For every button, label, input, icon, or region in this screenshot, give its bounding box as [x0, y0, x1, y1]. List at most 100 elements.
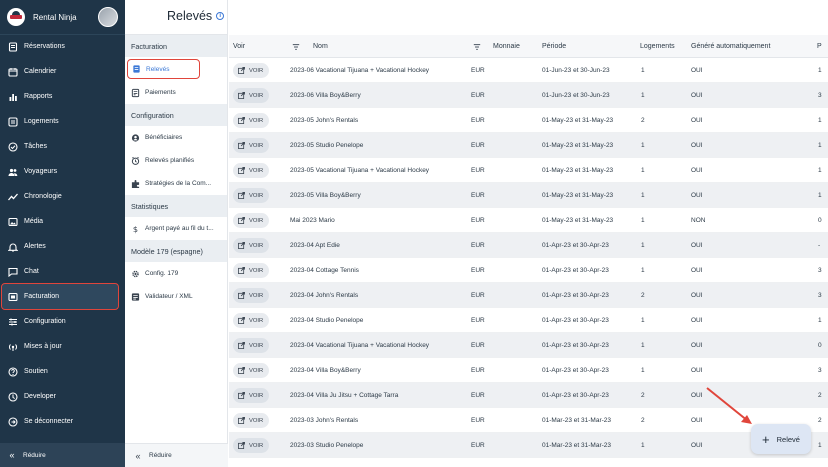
table-row[interactable]: VOIR 2023-04 Studio Penelope EUR 01-Apr-23 … [229, 308, 828, 333]
cell-p: 0 [818, 217, 822, 224]
voir-button[interactable]: VOIR [233, 413, 270, 428]
user-avatar[interactable] [98, 7, 118, 27]
subnav-item-strategy[interactable]: Stratégies de la Com... [125, 172, 227, 195]
filter-icon[interactable] [473, 35, 481, 58]
table-row[interactable]: VOIR 2023-04 Villa Ju Jitsu + Cottage Tar… [229, 383, 828, 408]
col-header-periode[interactable]: Période [542, 35, 566, 58]
nav-item-alerts[interactable]: Alertes [0, 234, 125, 259]
subnav-item-gear[interactable]: Config. 179 [125, 262, 227, 285]
table-row[interactable]: VOIR 2023-05 John's Rentals EUR 01-May-23 e… [229, 108, 828, 133]
cell-nom: 2023-05 John's Rentals [290, 117, 359, 124]
table-row[interactable]: VOIR 2023-06 Vacational Tijuana + Vacatio… [229, 58, 828, 83]
col-header-p[interactable]: P [817, 35, 822, 58]
cell-periode: 01-Mar-23 et 31-Mar-23 [542, 417, 611, 424]
table-row[interactable]: VOIR 2023-05 Studio Penelope EUR 01-May-23 … [229, 133, 828, 158]
payments-icon [131, 88, 140, 97]
cell-monnaie: EUR [471, 142, 485, 149]
voir-button[interactable]: VOIR [233, 213, 270, 228]
voir-button[interactable]: VOIR [233, 63, 270, 78]
table-row[interactable]: VOIR 2023-04 John's Rentals EUR 01-Apr-23 e… [229, 283, 828, 308]
add-statement-button[interactable]: + Relevé [751, 424, 811, 454]
nav-item-support[interactable]: Soutien [0, 359, 125, 384]
voir-button[interactable]: VOIR [233, 288, 270, 303]
nav-item-reservations[interactable]: Réservations [0, 34, 125, 59]
cell-nom: 2023-06 Vacational Tijuana + Vacational … [290, 67, 430, 74]
nav-item-billing[interactable]: Facturation [1, 283, 119, 310]
collapse-sidebar-button[interactable]: « Réduire [0, 443, 125, 467]
voir-button[interactable]: VOIR [233, 263, 270, 278]
col-header-monnaie[interactable]: Monnaie [493, 35, 520, 58]
nav-item-label: Soutien [24, 368, 48, 375]
subnav-item-beneficiaries[interactable]: Bénéficiaires [125, 126, 227, 149]
collapse-subnav-button[interactable]: « Réduire [125, 443, 228, 467]
nav-item-updates[interactable]: Mises à jour [0, 334, 125, 359]
nav-item-developer[interactable]: Developer [0, 384, 125, 409]
voir-button[interactable]: VOIR [233, 138, 270, 153]
cell-nom: 2023-04 Vacational Tijuana + Vacational … [290, 342, 430, 349]
voir-cell: VOIR [233, 408, 270, 433]
subnav-item-validator[interactable]: Validateur / XML [125, 285, 227, 308]
table-row[interactable]: VOIR 2023-06 Villa Boy&Berry EUR 01-Jun-23 … [229, 83, 828, 108]
table-row[interactable]: VOIR 2023-05 Villa Boy&Berry EUR 01-May-23 … [229, 183, 828, 208]
table-row[interactable]: VOIR Mai 2023 Mario EUR 01-May-23 et 31-May… [229, 208, 828, 233]
subnav-item-statements[interactable]: Relevés [127, 59, 200, 79]
nav-item-settings[interactable]: Configuration [0, 309, 125, 334]
voir-button[interactable]: VOIR [233, 313, 270, 328]
cell-p: 1 [818, 192, 822, 199]
nav-item-reports[interactable]: Rapports [0, 84, 125, 109]
voir-button-label: VOIR [249, 392, 264, 399]
nav-item-guests[interactable]: Voyageurs [0, 159, 125, 184]
nav-item-logout[interactable]: Se déconnecter [0, 409, 125, 434]
table-row[interactable]: VOIR 2023-04 Cottage Tennis EUR 01-Apr-23 e… [229, 258, 828, 283]
voir-button[interactable]: VOIR [233, 113, 270, 128]
cell-auto: OUI [691, 117, 703, 124]
nav-item-timeline[interactable]: Chronologie [0, 184, 125, 209]
voir-button[interactable]: VOIR [233, 438, 270, 453]
table-row[interactable]: VOIR 2023-04 Apt Edie EUR 01-Apr-23 et 30-A… [229, 233, 828, 258]
chat-icon [8, 267, 18, 277]
brand-logo-icon[interactable] [7, 8, 25, 26]
nav-item-calendar[interactable]: Calendrier [0, 59, 125, 84]
subnav-item-scheduled[interactable]: Relevés planifiés [125, 149, 227, 172]
voir-button[interactable]: VOIR [233, 388, 270, 403]
voir-button[interactable]: VOIR [233, 238, 270, 253]
table-row[interactable]: VOIR 2023-04 Villa Boy&Berry EUR 01-Apr-23 … [229, 358, 828, 383]
nav-item-chat[interactable]: Chat [0, 259, 125, 284]
filter-icon[interactable] [292, 35, 300, 58]
subnav-item-payments[interactable]: Paiements [125, 81, 227, 104]
voir-button-label: VOIR [249, 92, 264, 99]
col-header-auto[interactable]: Généré automatiquement [691, 35, 770, 58]
nav-item-label: Se déconnecter [24, 418, 74, 425]
cell-nom: 2023-05 Villa Boy&Berry [290, 192, 361, 199]
subnav-item-dollar[interactable]: $ Argent payé au fil du t... [125, 217, 227, 240]
page-title: Relevés [167, 9, 213, 23]
nav-item-media[interactable]: Média [0, 209, 125, 234]
table-row[interactable]: VOIR 2023-03 John's Rentals EUR 01-Mar-23 e… [229, 408, 828, 433]
col-header-nom[interactable]: Nom [313, 35, 328, 58]
col-header-voir[interactable]: Voir [233, 35, 245, 58]
voir-cell: VOIR [233, 233, 270, 258]
page-header: Relevés i [167, 9, 225, 23]
cell-periode: 01-Jun-23 et 30-Jun-23 [542, 92, 610, 99]
voir-button[interactable]: VOIR [233, 338, 270, 353]
nav-item-label: Developer [24, 393, 56, 400]
table-row[interactable]: VOIR 2023-05 Vacational Tijuana + Vacatio… [229, 158, 828, 183]
table-row[interactable]: VOIR 2023-04 Vacational Tijuana + Vacatio… [229, 333, 828, 358]
voir-button[interactable]: VOIR [233, 88, 270, 103]
voir-button[interactable]: VOIR [233, 163, 270, 178]
timeline-icon [8, 192, 18, 202]
nav-item-properties[interactable]: Logements [0, 109, 125, 134]
table-row[interactable]: VOIR 2023-03 Studio Penelope EUR 01-Mar-23 … [229, 433, 828, 458]
cell-p: 1 [818, 167, 822, 174]
nav-item-tasks[interactable]: Tâches [0, 134, 125, 159]
reports-icon [8, 92, 18, 102]
open-external-icon [238, 217, 245, 224]
col-header-logements[interactable]: Logements [640, 35, 675, 58]
cell-monnaie: EUR [471, 367, 485, 374]
cell-logements: 1 [641, 167, 645, 174]
voir-button[interactable]: VOIR [233, 188, 270, 203]
voir-button[interactable]: VOIR [233, 363, 270, 378]
dollar-icon: $ [131, 224, 140, 234]
voir-button-label: VOIR [249, 342, 264, 349]
info-icon[interactable]: i [216, 12, 225, 20]
